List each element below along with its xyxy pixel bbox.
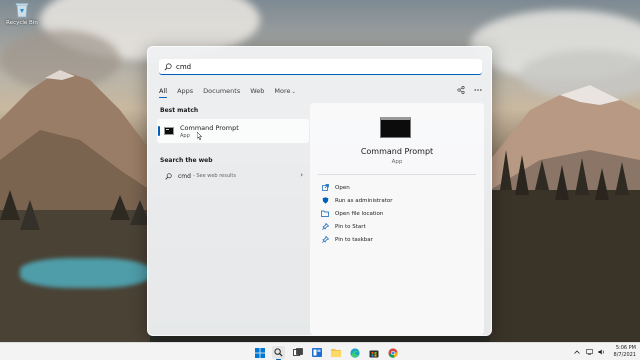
command-prompt-large-icon [380, 117, 411, 138]
preview-actions: Open Run as administrator Open file loca… [321, 181, 476, 246]
pin-icon [321, 236, 329, 244]
chevron-down-icon: ⌄ [291, 89, 296, 95]
folder-icon [321, 210, 329, 218]
result-text: Command Prompt App [180, 124, 239, 139]
action-label: Pin to taskbar [335, 236, 373, 243]
task-view-icon[interactable] [291, 346, 304, 359]
recycle-bin-icon [15, 2, 29, 18]
web-result-suffix: - See web results [192, 173, 236, 179]
open-icon [321, 184, 329, 192]
action-label: Run as administrator [335, 197, 393, 204]
tab-web[interactable]: Web [250, 87, 264, 95]
filter-tabs: All Apps Documents Web More⌄ [159, 85, 482, 98]
command-prompt-icon [164, 127, 174, 135]
windows-start-icon[interactable] [253, 346, 266, 359]
app-preview-pane: Command Prompt App Open Run as administr… [310, 103, 484, 335]
action-open[interactable]: Open [321, 181, 476, 194]
store-icon[interactable] [367, 346, 380, 359]
chevron-right-icon[interactable]: › [300, 171, 303, 179]
action-open-file-location[interactable]: Open file location [321, 207, 476, 220]
desktop-icon-label: Recycle Bin [6, 20, 38, 26]
best-match-heading: Best match [160, 107, 199, 114]
chrome-icon[interactable] [386, 346, 399, 359]
widgets-icon[interactable] [310, 346, 323, 359]
taskbar: 5:06 PM 8/7/2021 [0, 342, 640, 360]
taskbar-apps [253, 346, 399, 360]
shield-icon [321, 197, 329, 205]
action-run-as-admin[interactable]: Run as administrator [321, 194, 476, 207]
network-icon[interactable] [585, 349, 593, 356]
search-input[interactable] [176, 62, 456, 71]
file-explorer-icon[interactable] [329, 346, 342, 359]
search-icon [165, 172, 172, 180]
clock-date: 8/7/2021 [613, 352, 636, 358]
result-type: App [180, 132, 190, 139]
search-panel: All Apps Documents Web More⌄ Best match … [147, 46, 492, 336]
action-pin-to-start[interactable]: Pin to Start [321, 220, 476, 233]
action-label: Open [335, 184, 350, 191]
tab-documents[interactable]: Documents [203, 87, 240, 95]
pin-icon [321, 223, 329, 231]
divider [318, 174, 476, 175]
edge-icon[interactable] [348, 346, 361, 359]
clock[interactable]: 5:06 PM 8/7/2021 [614, 345, 636, 359]
clock-time: 5:06 PM [615, 345, 636, 351]
search-web-heading: Search the web [160, 157, 213, 164]
system-tray: 5:06 PM 8/7/2021 [574, 345, 636, 359]
tab-more[interactable]: More⌄ [274, 87, 295, 95]
search-icon[interactable] [272, 346, 285, 360]
web-result-query: cmd [178, 172, 191, 180]
tab-all[interactable]: All [159, 87, 168, 98]
mouse-cursor-icon [197, 132, 203, 140]
results-list: Best match Command Prompt App Search the… [157, 105, 309, 183]
action-label: Open file location [335, 210, 384, 217]
search-icon [164, 62, 172, 71]
wallpaper-lake [20, 258, 150, 288]
volume-icon[interactable] [598, 349, 605, 356]
search-box[interactable] [159, 59, 482, 75]
result-name: Command Prompt [180, 123, 239, 132]
action-label: Pin to Start [335, 223, 366, 230]
tab-apps[interactable]: Apps [177, 87, 193, 95]
desktop-icon-recycle-bin[interactable]: Recycle Bin [4, 2, 40, 26]
tab-more-label: More [274, 87, 291, 95]
action-pin-to-taskbar[interactable]: Pin to taskbar [321, 233, 476, 246]
preview-app-type: App [391, 159, 403, 165]
preview-app-name: Command Prompt [360, 147, 434, 156]
more-options-icon[interactable] [473, 85, 482, 94]
share-icon[interactable] [456, 85, 465, 94]
chevron-up-icon[interactable] [574, 349, 581, 356]
result-command-prompt[interactable]: Command Prompt App [157, 119, 309, 143]
web-result[interactable]: cmd - See web results › [157, 169, 309, 183]
filter-tools [456, 85, 482, 94]
